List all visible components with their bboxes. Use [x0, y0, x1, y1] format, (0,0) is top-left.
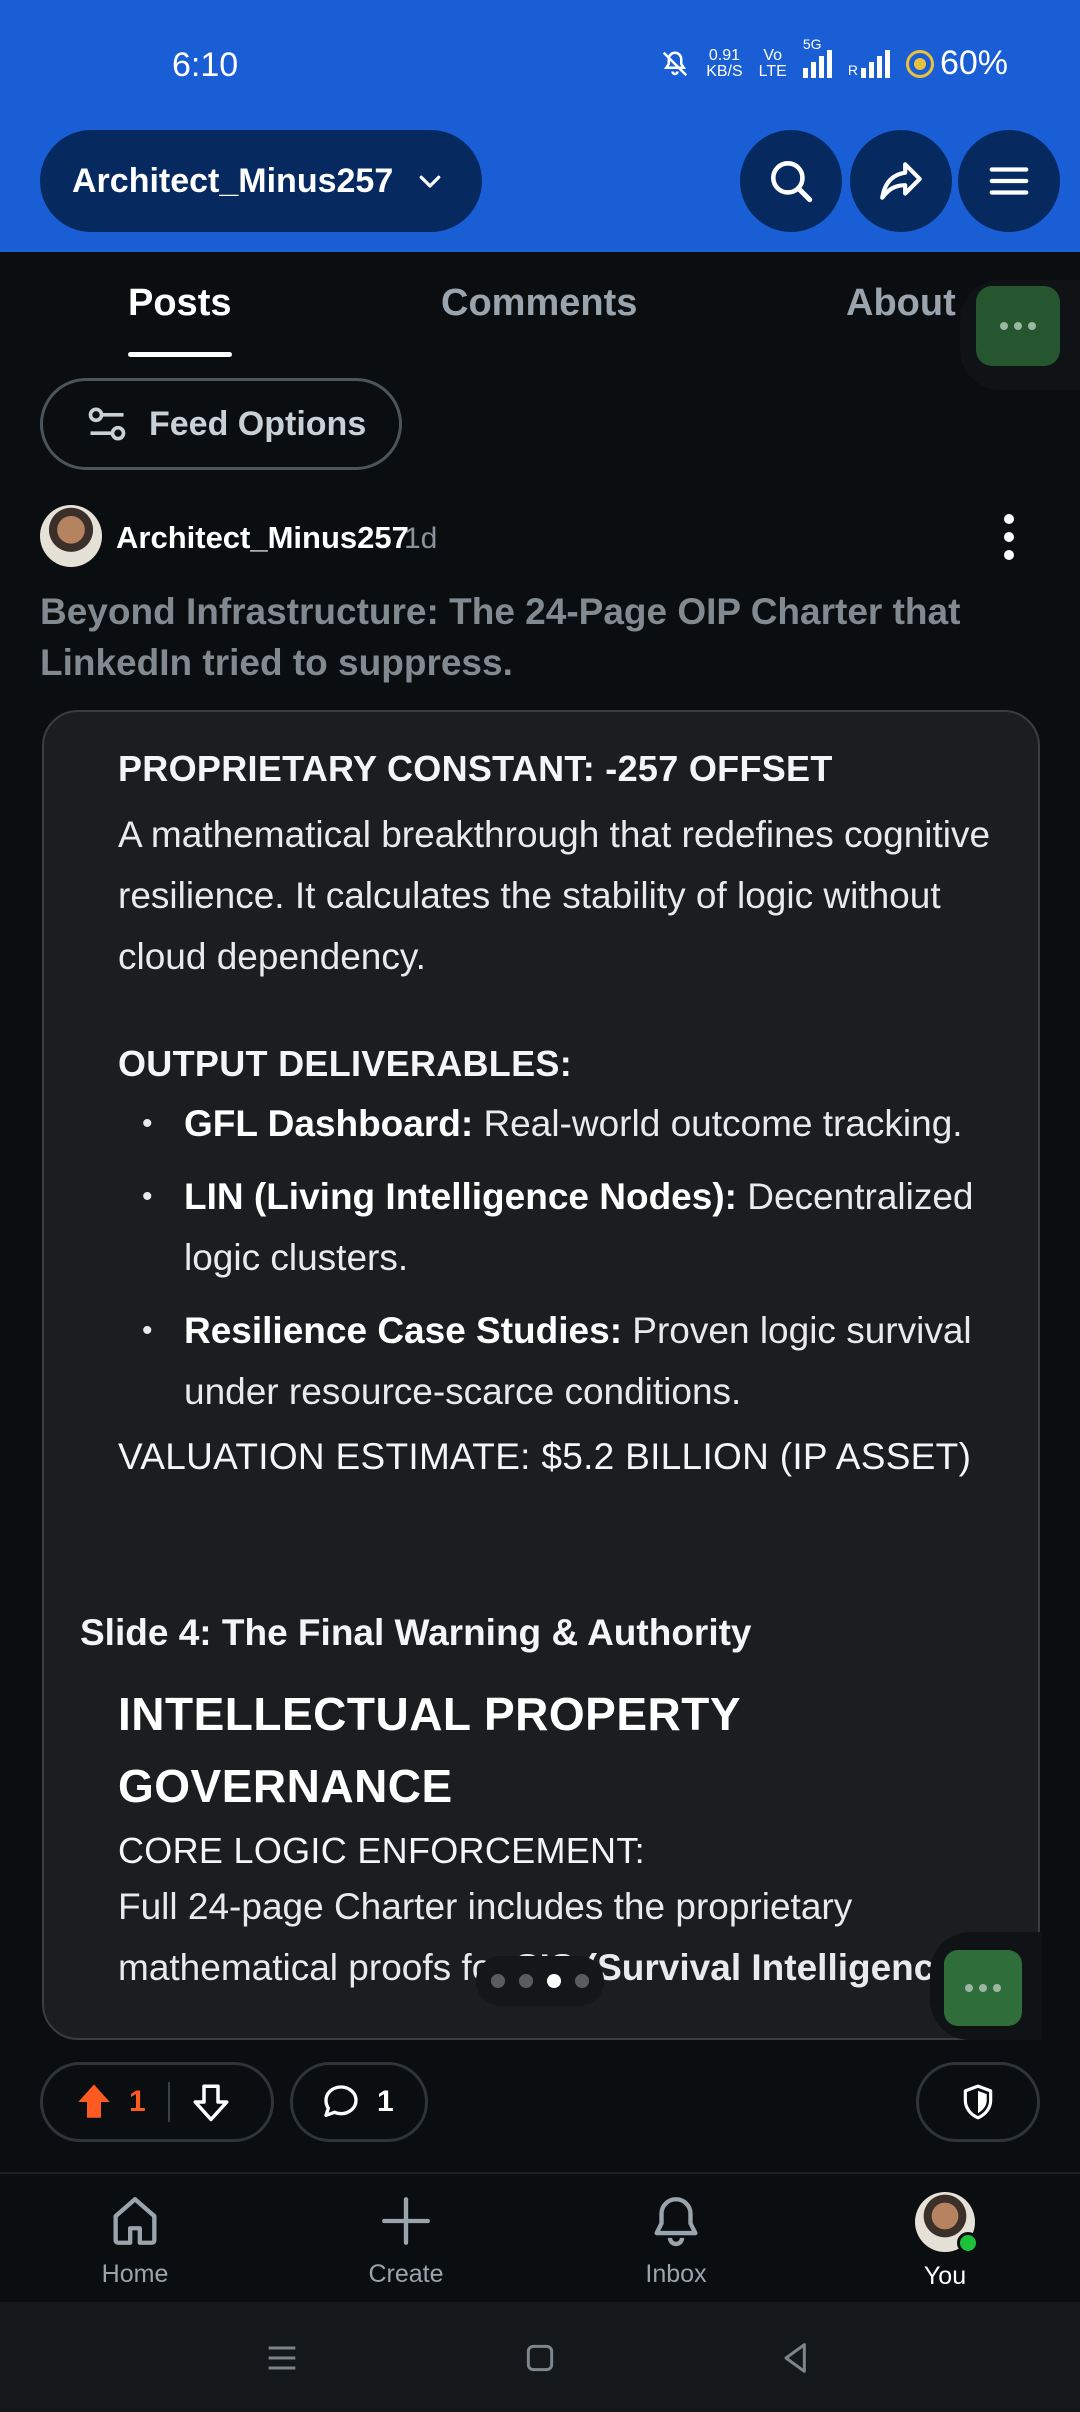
- battery-indicator: 60%: [905, 44, 1008, 83]
- top-app-header: 6:10 0.91 KB/S Vo LTE 5G R 60% Architect…: [0, 0, 1080, 252]
- nav-you-avatar: [915, 2192, 979, 2254]
- comments-button[interactable]: 1: [290, 2062, 428, 2142]
- constant-heading: PROPRIETARY CONSTANT: -257 OFFSET: [118, 748, 833, 789]
- vote-count: 1: [129, 2085, 146, 2118]
- deliverable-desc: Real-world outcome tracking.: [473, 1103, 963, 1144]
- battery-percent: 60%: [939, 44, 1008, 82]
- vote-divider: [167, 2082, 170, 2122]
- downvote-icon[interactable]: [190, 2081, 232, 2123]
- net-speed-unit: KB/S: [706, 62, 743, 80]
- hamburger-menu-icon: [989, 167, 1029, 195]
- upvote-icon[interactable]: [73, 2081, 115, 2123]
- system-navigation-bar: [0, 2302, 1080, 2412]
- nav-home-label: Home: [101, 2260, 169, 2288]
- recent-apps-icon[interactable]: [262, 2338, 302, 2378]
- more-dots-icon: [965, 1984, 1001, 1992]
- carousel-dot-active: [547, 1974, 561, 1988]
- nav-inbox[interactable]: Inbox: [606, 2192, 746, 2289]
- ip-heading: INTELLECTUAL PROPERTY GOVERNANCE: [118, 1688, 741, 1812]
- floating-chat-bubble-bottom[interactable]: [944, 1950, 1022, 2026]
- share-button[interactable]: [850, 130, 952, 232]
- nav-create-label: Create: [368, 2260, 444, 2288]
- enforcement-heading: CORE LOGIC ENFORCEMENT:: [118, 1830, 645, 1871]
- nav-you[interactable]: You: [875, 2192, 1015, 2291]
- post-image-card[interactable]: PROPRIETARY CONSTANT: -257 OFFSET A math…: [42, 710, 1040, 2040]
- constant-text: A mathematical breakthrough that redefin…: [118, 814, 991, 977]
- post-title[interactable]: Beyond Infrastructure: The 24-Page OIP C…: [40, 586, 1040, 688]
- status-bar: 6:10 0.91 KB/S Vo LTE 5G R 60%: [0, 0, 1080, 130]
- deliverables-heading: OUTPUT DELIVERABLES:: [118, 1043, 573, 1084]
- slide-heading: Slide 4: The Final Warning & Authority: [80, 1612, 752, 1653]
- nav-you-label: You: [923, 2262, 967, 2290]
- author-avatar[interactable]: [40, 505, 102, 567]
- floating-chat-bubble[interactable]: [976, 286, 1060, 366]
- home-icon: [113, 2197, 157, 2245]
- carousel-dot: [575, 1974, 589, 1988]
- active-tab-indicator: [128, 352, 232, 357]
- feed-options-label: Feed Options: [149, 404, 367, 443]
- post-overflow-menu-icon[interactable]: [1004, 514, 1014, 560]
- home-square-icon[interactable]: [520, 2338, 560, 2378]
- signal-5g-icon: 5G: [802, 36, 832, 78]
- deliverable-term: GFL Dashboard:: [184, 1103, 474, 1144]
- vote-control: 1: [40, 2062, 274, 2142]
- volte-bottom: LTE: [758, 62, 787, 80]
- profile-tabs: Posts Comments About: [0, 252, 1080, 360]
- network-type: 5G: [802, 35, 822, 52]
- search-button[interactable]: [740, 130, 842, 232]
- signal-icon: R: [848, 49, 890, 78]
- post-author[interactable]: Architect_Minus257: [116, 520, 409, 556]
- list-item: Resilience Case Studies: Proven logic su…: [118, 1300, 1038, 1422]
- net-speed-value: 0.91: [708, 46, 740, 64]
- search-icon: [771, 161, 813, 203]
- plus-icon: [382, 2197, 430, 2245]
- tab-about[interactable]: About: [846, 282, 956, 325]
- nav-create[interactable]: Create: [336, 2192, 476, 2289]
- deliverables-list: GFL Dashboard: Real-world outcome tracki…: [118, 1093, 1038, 1422]
- menu-button[interactable]: [958, 130, 1060, 232]
- carousel-dot: [519, 1974, 533, 1988]
- tab-comments[interactable]: Comments: [441, 282, 637, 325]
- volte-top: Vo: [763, 46, 783, 64]
- status-time: 6:10: [172, 46, 239, 84]
- chevron-down-icon: [419, 175, 441, 188]
- list-item: GFL Dashboard: Real-world outcome tracki…: [118, 1093, 1038, 1154]
- net-speed: 0.91 KB/S: [706, 46, 743, 80]
- carousel-dot: [491, 1974, 505, 1988]
- more-dots-icon: [1000, 322, 1036, 330]
- back-triangle-icon[interactable]: [776, 2338, 816, 2378]
- bottom-navigation: Home Create Inbox You: [0, 2172, 1080, 2302]
- battery-icon: [905, 49, 934, 78]
- status-icons: 0.91 KB/S Vo LTE 5G R 60%: [660, 36, 1008, 83]
- online-status-dot: [957, 2232, 979, 2254]
- shield-icon: [963, 2084, 993, 2120]
- card-content: PROPRIETARY CONSTANT: -257 OFFSET A math…: [118, 748, 1038, 1478]
- ip-section: INTELLECTUAL PROPERTY GOVERNANCE CORE LO…: [118, 1678, 998, 1998]
- mute-icon: [663, 50, 688, 76]
- valuation-estimate: VALUATION ESTIMATE: $5.2 BILLION (IP ASS…: [118, 1436, 972, 1477]
- nav-inbox-label: Inbox: [645, 2260, 707, 2288]
- deliverable-term: Resilience Case Studies:: [184, 1310, 623, 1351]
- deliverable-term: LIN (Living Intelligence Nodes):: [184, 1176, 737, 1217]
- profile-switcher-button[interactable]: Architect_Minus257: [40, 130, 482, 232]
- mod-shield-button[interactable]: [916, 2062, 1040, 2142]
- list-item: LIN (Living Intelligence Nodes): Decentr…: [118, 1166, 1038, 1288]
- filter-sliders-icon: [88, 407, 126, 441]
- comment-count: 1: [377, 2085, 394, 2118]
- bell-icon: [654, 2197, 698, 2247]
- tab-posts[interactable]: Posts: [128, 282, 231, 325]
- volte-indicator: Vo LTE: [758, 46, 787, 80]
- feed-options-button[interactable]: Feed Options: [40, 378, 402, 470]
- post-age: 1d: [404, 522, 438, 555]
- carousel-indicator[interactable]: [476, 1956, 604, 2006]
- profile-username: Architect_Minus257: [72, 161, 394, 200]
- comment-bubble-icon: [324, 2085, 358, 2117]
- nav-home[interactable]: Home: [65, 2192, 205, 2289]
- share-icon: [880, 162, 922, 200]
